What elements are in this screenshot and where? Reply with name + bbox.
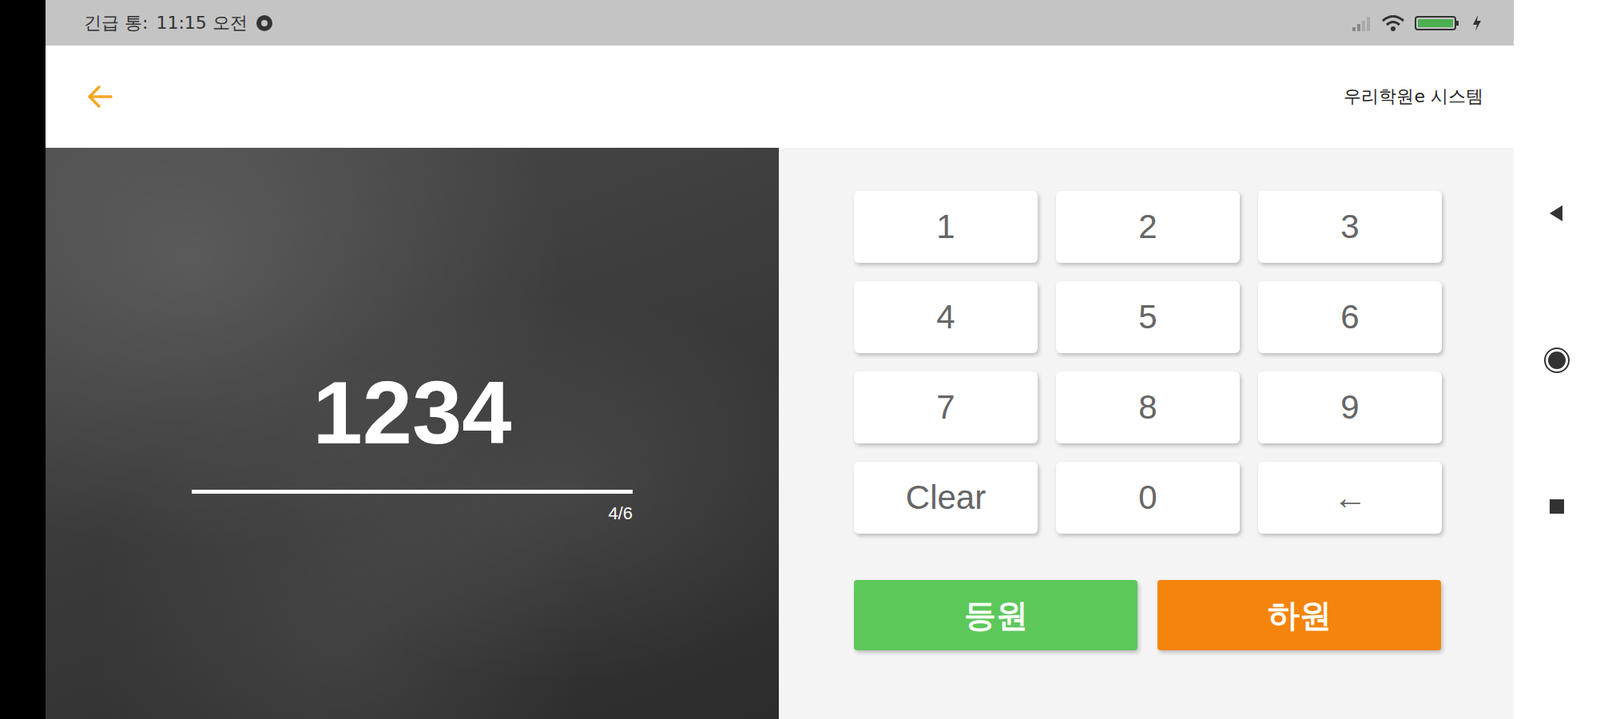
input-underline bbox=[191, 489, 633, 494]
circle-home-icon bbox=[1543, 346, 1571, 374]
triangle-back-icon bbox=[1546, 202, 1568, 224]
keypad-key[interactable]: Clear bbox=[853, 461, 1038, 534]
nav-back-button[interactable] bbox=[1543, 199, 1571, 227]
keypad-key[interactable]: 4 bbox=[853, 281, 1038, 354]
notification-icon bbox=[255, 14, 274, 32]
time: 11:15 오전 bbox=[155, 11, 247, 36]
keypad-key[interactable]: 7 bbox=[853, 371, 1038, 444]
keypad-key[interactable]: 9 bbox=[1258, 371, 1442, 444]
signal-icon bbox=[1350, 14, 1372, 32]
keypad-key[interactable]: 5 bbox=[1056, 281, 1240, 354]
nav-home-button[interactable] bbox=[1540, 343, 1574, 378]
keypad-key[interactable]: 0 bbox=[1056, 461, 1240, 534]
system-nav-bar bbox=[1513, 0, 1600, 719]
action-button[interactable]: 하원 bbox=[1157, 579, 1442, 651]
keypad-key[interactable]: 8 bbox=[1056, 371, 1240, 444]
keypad: 123 456 789 Clear0← bbox=[853, 190, 1514, 534]
action-row: 등원 하원 bbox=[853, 579, 1514, 651]
keypad-key[interactable]: 3 bbox=[1258, 190, 1442, 263]
keypad-key[interactable]: ← bbox=[1258, 461, 1442, 534]
carrier: 긴급 통: bbox=[83, 11, 148, 36]
charging-icon bbox=[1472, 14, 1482, 32]
status-icons bbox=[1350, 14, 1482, 32]
wifi-icon bbox=[1381, 14, 1406, 32]
left-strip bbox=[0, 0, 46, 719]
app: 긴급 통:11:15 오전우리학원e 시스템12344/6123456789Cl… bbox=[45, 0, 1514, 719]
body: 12344/6123456789Clear0←등원하원 bbox=[45, 147, 1514, 719]
digit-count: 4/6 bbox=[191, 503, 633, 525]
nav-recents-button[interactable] bbox=[1544, 493, 1570, 520]
back-button[interactable] bbox=[80, 77, 120, 116]
back-arrow-icon bbox=[83, 80, 116, 113]
app-header: 우리학원e 시스템 bbox=[45, 45, 1514, 148]
battery-icon bbox=[1414, 14, 1463, 32]
keypad-key[interactable]: 2 bbox=[1056, 190, 1240, 263]
chalkboard-display: 1234 4/6 bbox=[45, 147, 779, 719]
status-bar: 긴급 통: 11:15 오전 bbox=[45, 0, 1514, 46]
keypad-panel: 123 456 789 Clear0← 등원 하원 bbox=[778, 147, 1514, 719]
keypad-key[interactable]: 6 bbox=[1258, 281, 1442, 354]
action-button[interactable]: 등원 bbox=[853, 579, 1138, 651]
header-title: 우리학원e 시스템 bbox=[1343, 84, 1484, 109]
status-left: 긴급 통: 11:15 오전 bbox=[83, 11, 274, 36]
keypad-key[interactable]: 1 bbox=[853, 190, 1038, 263]
square-recents-icon bbox=[1547, 496, 1567, 517]
screen: 긴급 통:11:15 오전우리학원e 시스템12344/6123456789Cl… bbox=[0, 0, 1600, 719]
entered-code: 1234 bbox=[312, 357, 512, 469]
